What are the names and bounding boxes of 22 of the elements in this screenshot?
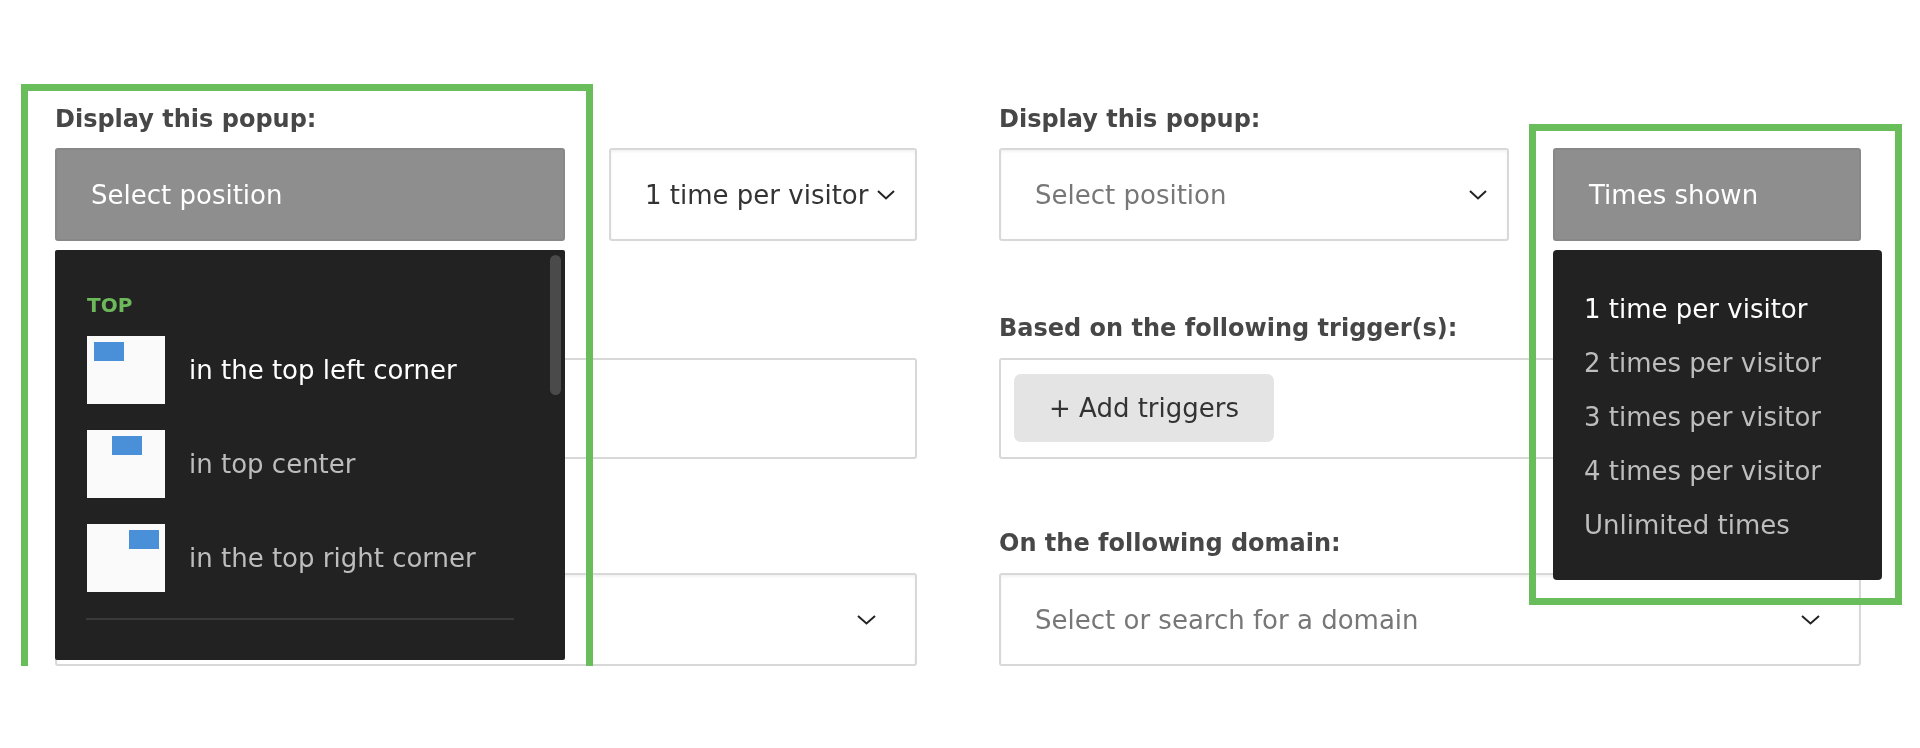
layout-thumbnail-icon (87, 336, 165, 404)
domain-select[interactable]: Select or search for a domain (999, 573, 1861, 666)
layout-thumbnail-icon (87, 524, 165, 592)
menu-option[interactable]: Unlimited times (1584, 498, 1882, 552)
menu-option[interactable]: 1 time per visitor (1584, 282, 1882, 336)
chevron-down-icon (877, 189, 895, 200)
position-select[interactable]: Select position (999, 148, 1509, 241)
field-label: Display this popup: (55, 104, 317, 134)
scrollbar-thumb[interactable] (550, 255, 561, 395)
field-label: Display this popup: (999, 104, 1261, 134)
chevron-down-icon (857, 614, 876, 625)
menu-option[interactable]: in the top right corner (87, 524, 514, 592)
times-select[interactable]: 1 time per visitor (609, 148, 917, 241)
menu-option[interactable]: in the top left corner (87, 336, 514, 404)
menu-option[interactable]: in top center (87, 430, 514, 498)
group-heading: TOP (87, 293, 134, 317)
layout-thumbnail-icon (87, 430, 165, 498)
field-label: On the following domain: (999, 528, 1341, 558)
chevron-down-icon (1801, 614, 1820, 625)
field-label: Based on the following trigger(s): (999, 313, 1458, 343)
add-triggers-button[interactable]: + Add triggers (1014, 374, 1274, 442)
chevron-down-icon (1469, 189, 1487, 200)
